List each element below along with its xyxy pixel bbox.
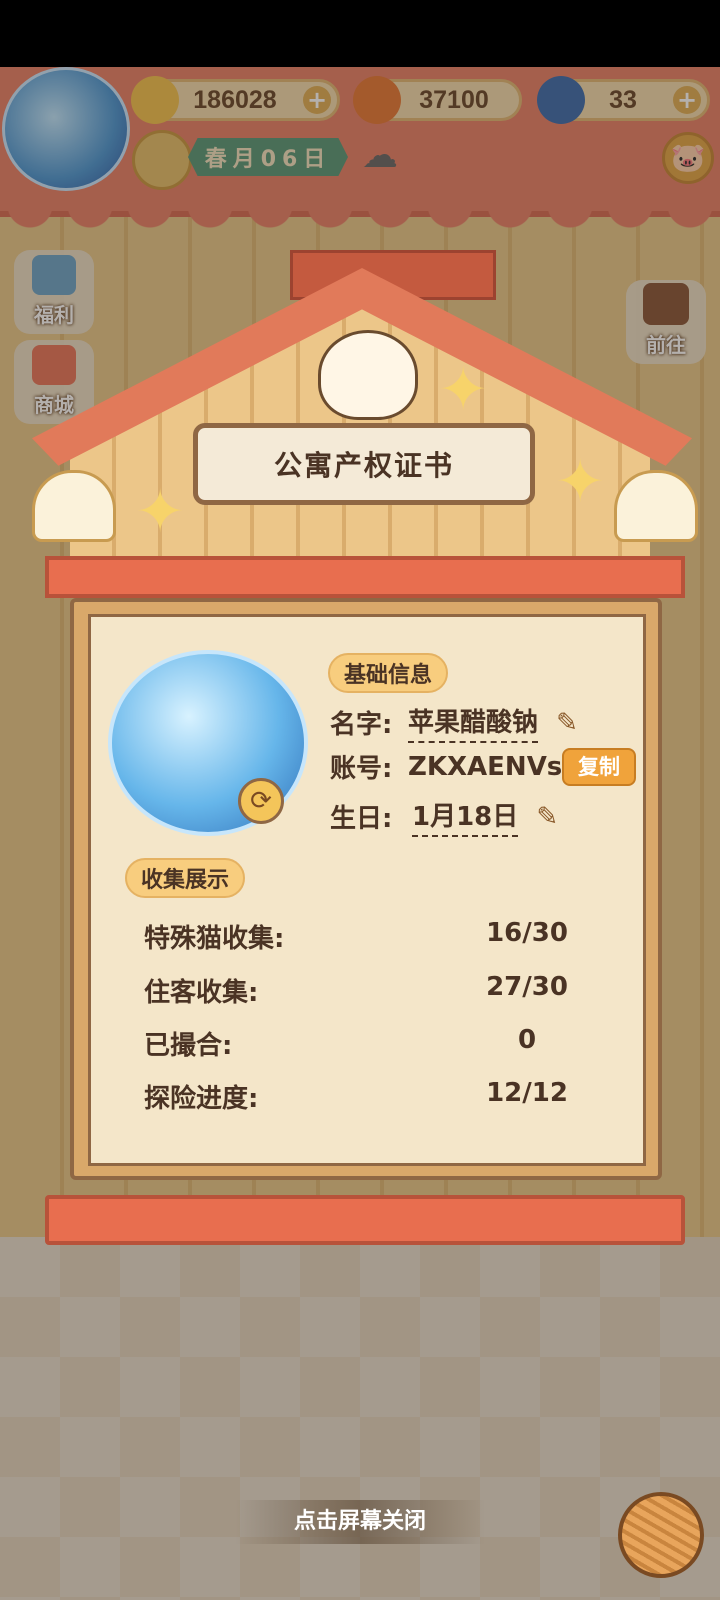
sparkle-star-icon: ✦ <box>135 477 186 547</box>
top-beam <box>45 556 685 598</box>
birthday-key: 生日: <box>330 804 393 834</box>
name-row: 名字: 苹果醋酸钠 ✎ <box>330 702 582 743</box>
collection-label: 收集展示 <box>125 858 246 898</box>
certificate-title-plate: 公寓产权证书 <box>193 423 535 505</box>
certificate-title: 公寓产权证书 <box>273 449 454 482</box>
stat-value: 27/30 <box>486 972 568 1002</box>
stat-value: 0 <box>517 1025 537 1055</box>
name-key: 名字: <box>330 710 393 740</box>
wall-lamp-icon <box>614 470 698 542</box>
edit-birthday-pencil-icon[interactable]: ✎ <box>532 802 562 832</box>
wall-lamp-icon <box>32 470 116 542</box>
change-avatar-icon[interactable]: ⟳ <box>238 778 284 824</box>
account-key: 账号: <box>330 754 393 784</box>
stat-value: 16/30 <box>486 918 568 948</box>
tap-to-close-hint[interactable]: 点击屏幕关闭 <box>235 1500 485 1544</box>
stat-value: 12/12 <box>486 1078 568 1108</box>
cat-mascot-icon <box>318 330 418 420</box>
edit-name-pencil-icon[interactable]: ✎ <box>552 708 582 738</box>
sparkle-star-icon: ✦ <box>555 447 606 517</box>
account-value: ZKXAENVs <box>408 751 563 782</box>
yarn-ball-icon[interactable] <box>618 1492 704 1578</box>
sparkle-star-icon: ✦ <box>438 355 489 425</box>
stat-label: 已撮合: <box>144 1031 233 1061</box>
stat-label: 探险进度: <box>144 1084 259 1114</box>
birthday-row: 生日: 1月18日 ✎ <box>330 796 562 837</box>
stat-label: 住客收集: <box>144 978 259 1008</box>
bottom-beam <box>45 1195 685 1245</box>
copy-account-button[interactable]: 复制 <box>562 748 636 786</box>
birthday-value: 1月18日 <box>412 796 519 837</box>
basic-info-label: 基础信息 <box>328 653 449 693</box>
stat-label: 特殊猫收集: <box>144 924 285 954</box>
name-value: 苹果醋酸钠 <box>408 702 539 743</box>
account-row: 账号: ZKXAENVs <box>330 748 562 785</box>
